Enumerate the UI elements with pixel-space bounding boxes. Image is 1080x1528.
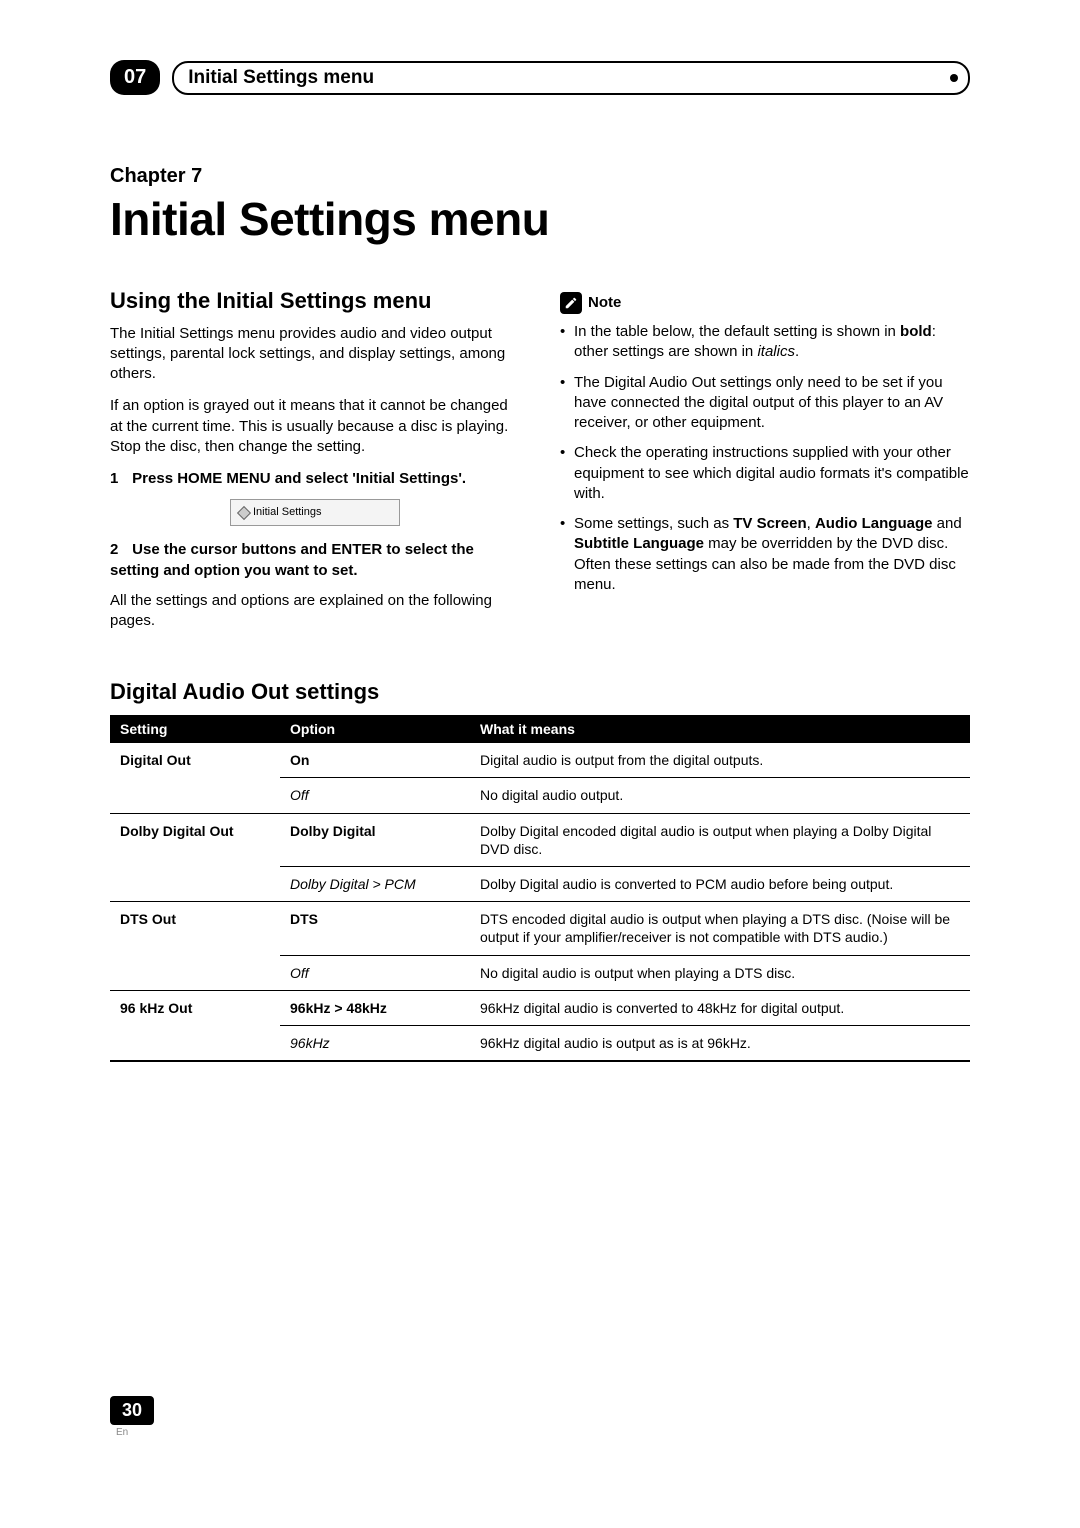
cell-meaning: No digital audio output.	[470, 778, 970, 813]
running-header: 07 Initial Settings menu	[110, 60, 970, 95]
cell-meaning: Digital audio is output from the digital…	[470, 743, 970, 778]
step-2: 2 Use the cursor buttons and ENTER to se…	[110, 540, 520, 581]
header-dot-icon	[950, 74, 958, 82]
cell-option: 96kHz	[290, 1035, 330, 1051]
table-row: Dolby Digital Out Dolby Digital Dolby Di…	[110, 813, 970, 866]
table-header-row: Setting Option What it means	[110, 715, 970, 743]
manual-page: 07 Initial Settings menu Chapter 7 Initi…	[0, 0, 1080, 1102]
cell-setting: Digital Out	[110, 743, 280, 778]
cell-meaning: 96kHz digital audio is output as is at 9…	[470, 1025, 970, 1061]
step-1-number: 1	[110, 469, 128, 489]
cell-option: 96kHz > 48kHz	[290, 1000, 387, 1016]
two-column-body: Using the Initial Settings menu The Init…	[110, 286, 970, 643]
table-row: 96 kHz Out 96kHz > 48kHz 96kHz digital a…	[110, 990, 970, 1025]
cell-meaning: Dolby Digital audio is converted to PCM …	[470, 867, 970, 902]
cell-option: On	[290, 752, 309, 768]
cell-meaning: Dolby Digital encoded digital audio is o…	[470, 813, 970, 866]
cell-setting: 96 kHz Out	[110, 990, 280, 1025]
language-code: En	[116, 1427, 154, 1438]
col-header-option: Option	[280, 715, 470, 743]
initial-settings-label: Initial Settings	[253, 505, 321, 520]
intro-paragraph-1: The Initial Settings menu provides audio…	[110, 324, 520, 385]
cell-setting	[110, 778, 280, 813]
table-row: Digital Out On Digital audio is output f…	[110, 743, 970, 778]
initial-settings-screenshot: Initial Settings	[230, 499, 400, 526]
step-2-number: 2	[110, 540, 128, 560]
left-column: Using the Initial Settings menu The Init…	[110, 286, 520, 643]
table-row: 96kHz 96kHz digital audio is output as i…	[110, 1025, 970, 1061]
cell-option: Off	[290, 965, 309, 981]
cell-setting	[110, 1025, 280, 1061]
cell-setting: Dolby Digital Out	[110, 813, 280, 866]
section-heading-digital-audio: Digital Audio Out settings	[110, 679, 970, 705]
table-row: Off No digital audio output.	[110, 778, 970, 813]
note-label: Note	[588, 293, 621, 313]
cell-option: Dolby Digital	[290, 823, 376, 839]
table-row: DTS Out DTS DTS encoded digital audio is…	[110, 902, 970, 955]
col-header-setting: Setting	[110, 715, 280, 743]
col-header-meaning: What it means	[470, 715, 970, 743]
cell-meaning: 96kHz digital audio is converted to 48kH…	[470, 990, 970, 1025]
cell-meaning: No digital audio is output when playing …	[470, 955, 970, 990]
page-footer: 30 En	[110, 1396, 154, 1438]
note-item-3: Check the operating instructions supplie…	[560, 443, 970, 504]
intro-paragraph-2: If an option is grayed out it means that…	[110, 396, 520, 457]
cell-setting	[110, 955, 280, 990]
note-header: Note	[560, 292, 970, 314]
chapter-title: Initial Settings menu	[110, 192, 970, 246]
cell-option: DTS	[290, 911, 318, 927]
step-2-followup: All the settings and options are explain…	[110, 591, 520, 632]
chapter-label: Chapter 7	[110, 165, 970, 188]
note-list: In the table below, the default setting …	[560, 322, 970, 595]
note-item-1: In the table below, the default setting …	[560, 322, 970, 363]
section-heading-using: Using the Initial Settings menu	[110, 286, 520, 316]
digital-audio-out-table: Setting Option What it means Digital Out…	[110, 715, 970, 1062]
cell-setting	[110, 867, 280, 902]
cell-option: Dolby Digital > PCM	[290, 876, 416, 892]
cell-setting: DTS Out	[110, 902, 280, 955]
step-1: 1 Press HOME MENU and select 'Initial Se…	[110, 469, 520, 489]
table-row: Dolby Digital > PCM Dolby Digital audio …	[110, 867, 970, 902]
cell-meaning: DTS encoded digital audio is output when…	[470, 902, 970, 955]
step-2-text: Use the cursor buttons and ENTER to sele…	[110, 541, 474, 578]
pencil-note-icon	[560, 292, 582, 314]
note-item-2: The Digital Audio Out settings only need…	[560, 373, 970, 434]
table-row: Off No digital audio is output when play…	[110, 955, 970, 990]
initial-settings-icon	[237, 506, 251, 520]
right-column: Note In the table below, the default set…	[560, 286, 970, 643]
header-title-pill: Initial Settings menu	[172, 61, 970, 95]
chapter-number-badge: 07	[110, 60, 160, 95]
header-title-text: Initial Settings menu	[188, 67, 384, 89]
page-number-badge: 30	[110, 1396, 154, 1425]
cell-option: Off	[290, 787, 309, 803]
step-1-text: Press HOME MENU and select 'Initial Sett…	[132, 470, 466, 487]
note-item-4: Some settings, such as TV Screen, Audio …	[560, 514, 970, 595]
